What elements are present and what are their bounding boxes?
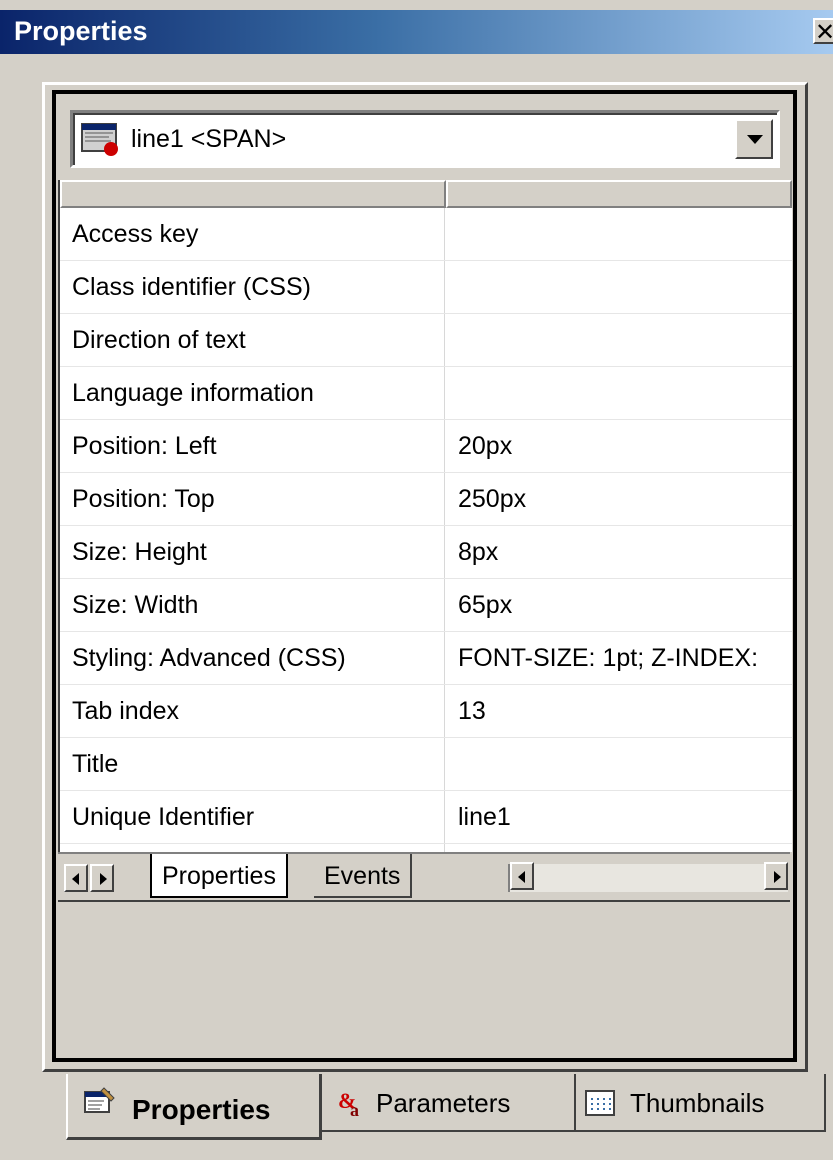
property-name: Styling: Advanced (CSS): [72, 644, 346, 672]
property-row[interactable]: Unique Identifier line1: [60, 791, 792, 844]
property-row[interactable]: Direction of text: [60, 314, 792, 367]
property-name: Access key: [72, 220, 199, 248]
property-name: Title: [72, 750, 119, 778]
panel-tab-label: Properties: [132, 1094, 271, 1125]
html-element-icon: [81, 123, 118, 156]
grid-header-value-column[interactable]: [446, 180, 792, 208]
property-row[interactable]: Styling: Advanced (CSS) FONT-SIZE: 1pt; …: [60, 632, 792, 685]
tab-properties[interactable]: Properties: [150, 854, 288, 898]
parameters-icon: & a: [338, 1088, 359, 1118]
property-name: Tab index: [72, 697, 180, 725]
property-row[interactable]: Access key: [60, 208, 792, 261]
svg-text:a: a: [350, 1100, 359, 1118]
panel-tab-properties[interactable]: Properties: [66, 1074, 322, 1140]
object-selector[interactable]: line1 <SPAN>: [70, 110, 780, 168]
property-row[interactable]: Tab index 13: [60, 685, 792, 738]
property-value[interactable]: 13: [458, 697, 788, 726]
property-name: Unique Identifier: [72, 803, 255, 831]
property-value[interactable]: 250px: [458, 485, 788, 514]
close-button[interactable]: ✕: [813, 18, 833, 44]
property-name: Size: Height: [72, 538, 207, 566]
thumbnails-icon: [585, 1090, 615, 1116]
close-icon: ✕: [815, 20, 833, 42]
property-row[interactable]: Class identifier (CSS): [60, 261, 792, 314]
scroll-left-button[interactable]: [510, 862, 534, 890]
property-row[interactable]: Language information: [60, 367, 792, 420]
property-value[interactable]: 8px: [458, 538, 788, 567]
property-value[interactable]: 65px: [458, 591, 788, 620]
property-name: Position: Top: [72, 485, 215, 513]
property-row[interactable]: Title: [60, 738, 792, 791]
scroll-right-button[interactable]: [764, 862, 788, 890]
tab-scroll-left-button[interactable]: [64, 864, 88, 892]
grid-tab-strip: Properties Events: [58, 852, 790, 900]
grid-header: [60, 180, 792, 208]
properties-icon: [84, 1087, 115, 1113]
property-row[interactable]: Size: Width 65px: [60, 579, 792, 632]
title-bar: Properties ✕: [0, 10, 833, 54]
window-title: Properties: [14, 16, 148, 46]
tab-scroll-right-button[interactable]: [90, 864, 114, 892]
property-name: Size: Width: [72, 591, 199, 619]
panel-tab-label: Parameters: [376, 1088, 511, 1118]
horizontal-scrollbar[interactable]: [508, 862, 788, 892]
dropdown-arrow-button[interactable]: [735, 119, 773, 159]
property-value[interactable]: line1: [458, 803, 788, 832]
property-value[interactable]: FONT-SIZE: 1pt; Z-INDEX:: [458, 644, 788, 673]
panel-tab-thumbnails[interactable]: Thumbnails: [576, 1074, 826, 1132]
property-name: Class identifier (CSS): [72, 273, 311, 301]
property-name: Position: Left: [72, 432, 217, 460]
panel-tab-parameters[interactable]: & a Parameters: [322, 1074, 576, 1132]
selected-object: line1 <SPAN>: [131, 125, 287, 153]
panel-tab-label: Thumbnails: [630, 1088, 765, 1118]
property-row[interactable]: Size: Height 8px: [60, 526, 792, 579]
property-name: Direction of text: [72, 326, 246, 354]
property-row[interactable]: Position: Top 250px: [60, 473, 792, 526]
tab-events[interactable]: Events: [314, 854, 413, 898]
property-grid: Access key Class identifier (CSS) Direct…: [58, 180, 792, 852]
property-value[interactable]: 20px: [458, 432, 788, 461]
description-area: [58, 900, 790, 1056]
grid-header-name-column[interactable]: [60, 180, 446, 208]
property-row[interactable]: Position: Left 20px: [60, 420, 792, 473]
property-name: Language information: [72, 379, 314, 407]
